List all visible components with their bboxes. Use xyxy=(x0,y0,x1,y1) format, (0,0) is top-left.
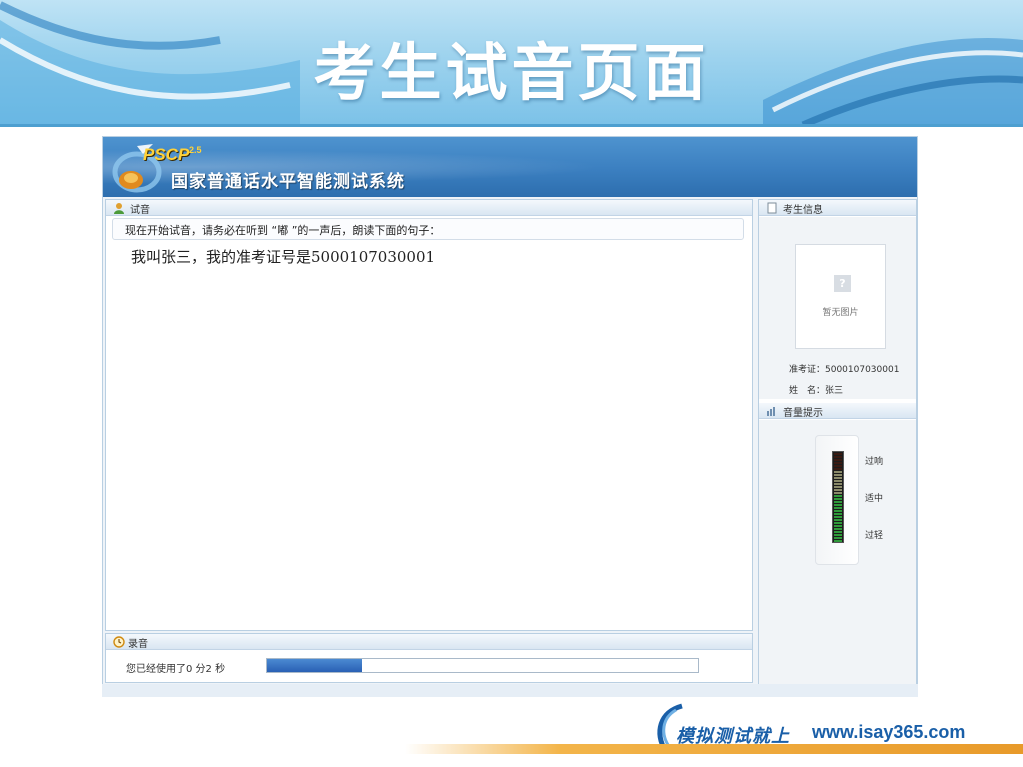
app-header: PSCP 2.5 国家普通话水平智能测试系统 xyxy=(103,137,917,197)
meter-segment xyxy=(834,498,842,500)
clock-icon xyxy=(113,636,125,648)
trial-sentence: 我叫张三，我的准考证号是5000107030001 xyxy=(131,248,436,266)
slide-banner: 考生试音页面 xyxy=(0,0,1023,127)
meter-segment xyxy=(834,489,842,491)
candidate-name: 姓 名：张三 xyxy=(789,386,844,396)
volume-panel-title: 音量提示 xyxy=(783,408,823,419)
slide-title: 考生试音页面 xyxy=(313,36,710,109)
meter-segment xyxy=(834,504,842,506)
meter-segment xyxy=(834,471,842,473)
trial-panel: 试音 现在开始试音，请务必在听到 “嘟 ”的一声后，朗读下面的句子： 我叫张三，… xyxy=(105,199,753,631)
meter-segment xyxy=(834,534,842,536)
meter-segment xyxy=(834,522,842,524)
meter-segment xyxy=(834,528,842,530)
meter-segment xyxy=(834,540,842,542)
meter-segment xyxy=(834,516,842,518)
meter-segment xyxy=(834,459,842,461)
meter-segment xyxy=(834,507,842,509)
meter-segment xyxy=(834,513,842,515)
meter-segment xyxy=(834,480,842,482)
meter-segment xyxy=(834,525,842,527)
pscp-logo-text: PSCP xyxy=(143,145,190,164)
candidate-photo: ? 暂无图片 xyxy=(795,244,886,349)
volume-meter xyxy=(832,451,844,543)
meter-segment xyxy=(834,510,842,512)
meter-segment xyxy=(834,456,842,458)
photo-placeholder-text: 暂无图片 xyxy=(822,308,859,318)
test-app-window: PSCP 2.5 国家普通话水平智能测试系统 试音 现在开始试音，请务必在听到 … xyxy=(102,136,918,696)
meter-segment xyxy=(834,453,842,455)
trial-panel-header: 试音 xyxy=(106,200,752,216)
side-panel: 考生信息 ? 暂无图片 准考证：5000107030001 姓 名：张三 音量提… xyxy=(758,199,917,684)
level-moderate: 适中 xyxy=(865,494,884,504)
document-icon xyxy=(767,202,777,214)
meter-segment xyxy=(834,492,842,494)
record-panel-header: 录音 xyxy=(106,634,752,650)
volume-meter-frame xyxy=(815,435,859,565)
app-footer-strip xyxy=(102,684,918,697)
meter-segment xyxy=(834,477,842,479)
record-panel-title: 录音 xyxy=(128,639,148,650)
meter-segment xyxy=(834,537,842,539)
footer-brand-url[interactable]: www.isay365.com xyxy=(812,722,965,743)
meter-segment xyxy=(834,483,842,485)
meter-segment xyxy=(834,462,842,464)
trial-instruction: 现在开始试音，请务必在听到 “嘟 ”的一声后，朗读下面的句子： xyxy=(112,218,744,240)
image-placeholder-icon: ? xyxy=(834,275,851,292)
meter-segment xyxy=(834,519,842,521)
record-progress-fill xyxy=(267,659,362,672)
elapsed-time: 您已经使用了0 分2 秒 xyxy=(126,664,226,675)
user-icon xyxy=(114,203,124,214)
record-progress-bar xyxy=(266,658,699,673)
meter-segment xyxy=(834,495,842,497)
meter-segment xyxy=(834,501,842,503)
candidate-panel-title: 考生信息 xyxy=(783,205,823,216)
candidate-info: ? 暂无图片 准考证：5000107030001 姓 名：张三 xyxy=(759,217,916,399)
meter-segment xyxy=(834,465,842,467)
pscp-version: 2.5 xyxy=(189,145,202,155)
volume-bars-icon xyxy=(767,407,775,416)
meter-segment xyxy=(834,474,842,476)
meter-segment xyxy=(834,468,842,470)
level-too-loud: 过响 xyxy=(865,457,884,467)
level-too-soft: 过轻 xyxy=(865,531,884,541)
candidate-panel-header: 考生信息 xyxy=(759,200,916,216)
ticket-number: 准考证：5000107030001 xyxy=(789,365,900,375)
volume-indicator: 过响 适中 过轻 xyxy=(759,420,916,684)
meter-segment xyxy=(834,486,842,488)
record-panel: 录音 您已经使用了0 分2 秒 xyxy=(105,633,753,683)
meter-segment xyxy=(834,531,842,533)
volume-panel-header: 音量提示 xyxy=(759,403,916,419)
footer-brand-text: 模拟测试就上 xyxy=(676,726,790,747)
trial-panel-title: 试音 xyxy=(130,205,150,216)
app-title: 国家普通话水平智能测试系统 xyxy=(171,172,405,192)
